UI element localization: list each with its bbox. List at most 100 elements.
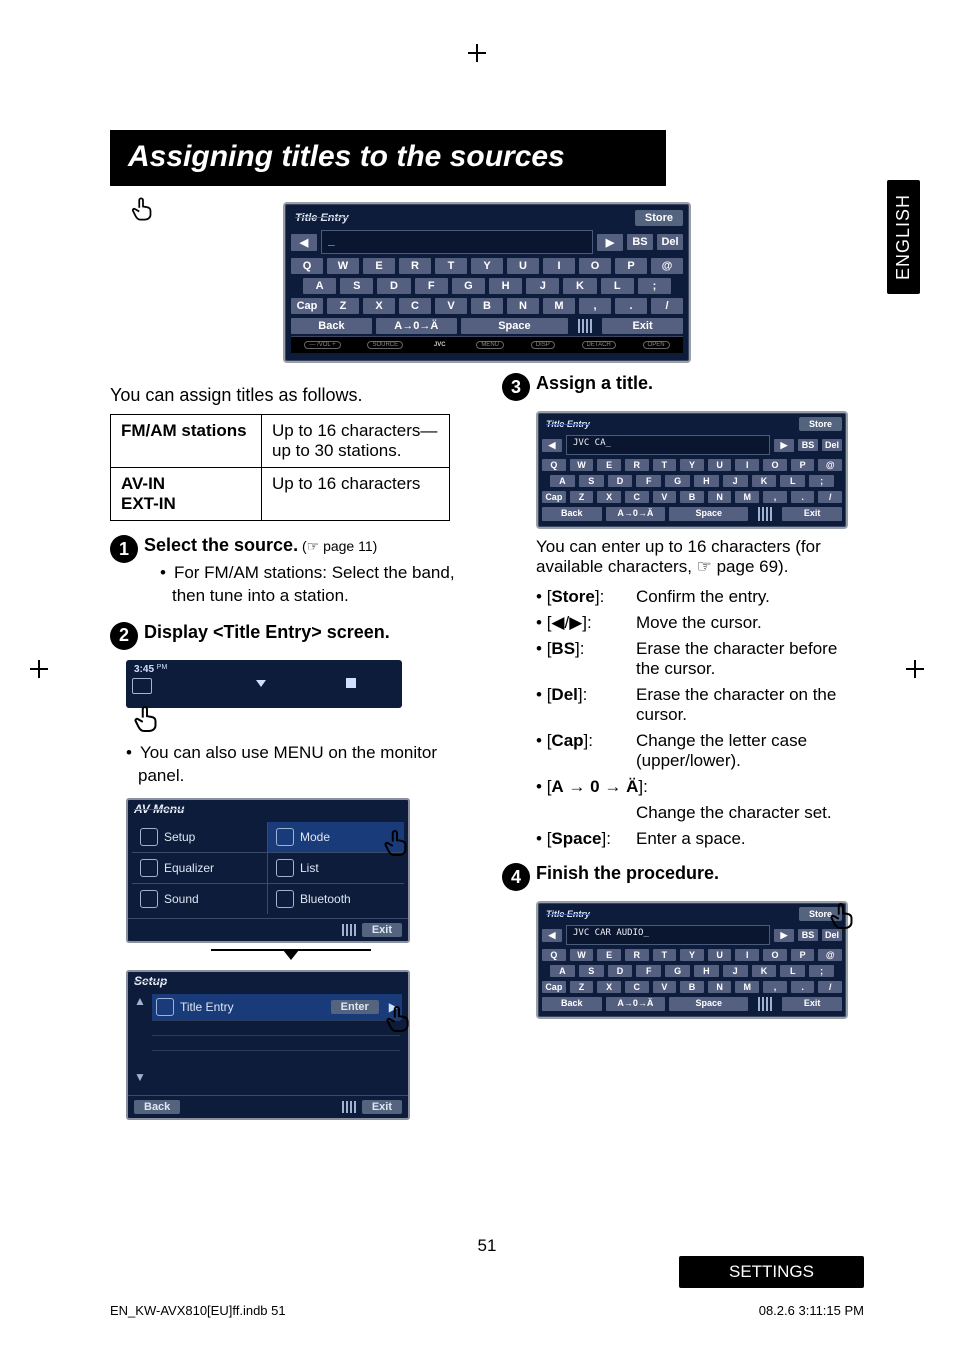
key[interactable]: F (415, 278, 448, 294)
avmenu-item-equalizer[interactable]: Equalizer (132, 853, 268, 884)
key[interactable]: / (651, 298, 683, 314)
key[interactable]: H (694, 965, 719, 977)
key[interactable]: S (579, 965, 604, 977)
key[interactable]: ; (809, 475, 834, 487)
key[interactable]: B (680, 491, 704, 503)
key[interactable]: P (615, 258, 647, 274)
charset-button[interactable]: A→0→Ä (376, 318, 457, 334)
key[interactable]: R (625, 459, 649, 471)
key[interactable]: I (735, 949, 759, 961)
charset-button[interactable]: A→0→Ä (606, 507, 666, 521)
key[interactable]: C (625, 981, 649, 993)
key[interactable]: Z (570, 981, 594, 993)
key[interactable]: V (653, 491, 677, 503)
key[interactable]: , (763, 491, 787, 503)
title-text-field[interactable]: _ (321, 230, 593, 254)
key[interactable]: L (601, 278, 634, 294)
cursor-left-button[interactable]: ◀ (542, 929, 562, 942)
cursor-left-button[interactable]: ◀ (291, 234, 317, 251)
key[interactable]: I (543, 258, 575, 274)
key[interactable]: E (597, 459, 621, 471)
key[interactable]: Y (680, 459, 704, 471)
key[interactable]: @ (818, 459, 842, 471)
key[interactable]: H (489, 278, 522, 294)
key[interactable]: G (452, 278, 485, 294)
key[interactable]: T (435, 258, 467, 274)
key[interactable]: F (636, 965, 661, 977)
key[interactable]: , (579, 298, 611, 314)
setup-row-title-entry[interactable]: Title Entry Enter ▶ (152, 994, 402, 1020)
key[interactable]: U (507, 258, 539, 274)
key[interactable]: . (615, 298, 647, 314)
key[interactable]: R (399, 258, 431, 274)
key[interactable]: F (636, 475, 661, 487)
key[interactable]: K (752, 475, 777, 487)
key[interactable]: S (340, 278, 373, 294)
back-button[interactable]: Back (291, 318, 372, 334)
back-button[interactable]: Back (542, 997, 602, 1011)
key[interactable]: / (818, 981, 842, 993)
key[interactable]: G (665, 965, 690, 977)
key[interactable]: A (550, 965, 575, 977)
key[interactable]: J (723, 475, 748, 487)
title-text-field[interactable]: JVC CA_ (566, 435, 770, 455)
back-button[interactable]: Back (542, 507, 602, 521)
cap-button[interactable]: Cap (542, 491, 566, 503)
space-button[interactable]: Space (669, 507, 748, 521)
key[interactable]: Q (542, 459, 566, 471)
key[interactable]: X (597, 491, 621, 503)
key[interactable]: R (625, 949, 649, 961)
key[interactable]: T (653, 459, 677, 471)
key[interactable]: ; (638, 278, 671, 294)
cursor-right-button[interactable]: ▶ (774, 439, 794, 452)
key[interactable]: O (579, 258, 611, 274)
key[interactable]: W (327, 258, 359, 274)
key[interactable]: K (752, 965, 777, 977)
cursor-right-button[interactable]: ▶ (774, 929, 794, 942)
key[interactable]: I (735, 459, 759, 471)
key[interactable]: M (735, 491, 759, 503)
key[interactable]: B (680, 981, 704, 993)
delete-button[interactable]: Del (822, 439, 842, 451)
key[interactable]: L (780, 965, 805, 977)
exit-button[interactable]: Exit (782, 507, 842, 521)
up-arrow-icon[interactable]: ▲ (132, 994, 148, 1008)
avmenu-item-sound[interactable]: Sound (132, 884, 268, 914)
key[interactable]: J (723, 965, 748, 977)
key[interactable]: S (579, 475, 604, 487)
key[interactable]: K (563, 278, 596, 294)
key[interactable]: D (608, 965, 633, 977)
key[interactable]: D (608, 475, 633, 487)
exit-button[interactable]: Exit (362, 923, 402, 937)
key[interactable]: A (550, 475, 575, 487)
key[interactable]: . (791, 981, 815, 993)
key[interactable]: @ (651, 258, 683, 274)
cursor-left-button[interactable]: ◀ (542, 439, 562, 452)
charset-button[interactable]: A→0→Ä (606, 997, 666, 1011)
key[interactable]: N (507, 298, 539, 314)
key[interactable]: X (363, 298, 395, 314)
key[interactable]: L (780, 475, 805, 487)
key[interactable]: M (543, 298, 575, 314)
key[interactable]: A (303, 278, 336, 294)
back-button[interactable]: Back (134, 1100, 180, 1114)
backspace-button[interactable]: BS (798, 929, 818, 941)
key[interactable]: H (694, 475, 719, 487)
delete-button[interactable]: Del (657, 234, 683, 250)
key[interactable]: . (791, 491, 815, 503)
backspace-button[interactable]: BS (798, 439, 818, 451)
down-arrow-icon[interactable]: ▼ (132, 1070, 148, 1084)
key[interactable]: W (570, 949, 594, 961)
key[interactable]: Q (542, 949, 566, 961)
space-button[interactable]: Space (669, 997, 748, 1011)
cap-button[interactable]: Cap (291, 298, 323, 314)
key[interactable]: , (763, 981, 787, 993)
key[interactable]: / (818, 491, 842, 503)
key[interactable]: C (625, 491, 649, 503)
key[interactable]: Y (680, 949, 704, 961)
backspace-button[interactable]: BS (627, 234, 653, 250)
key[interactable]: U (708, 459, 732, 471)
key[interactable]: N (708, 491, 732, 503)
enter-button[interactable]: Enter (331, 1000, 379, 1014)
key[interactable]: P (791, 949, 815, 961)
